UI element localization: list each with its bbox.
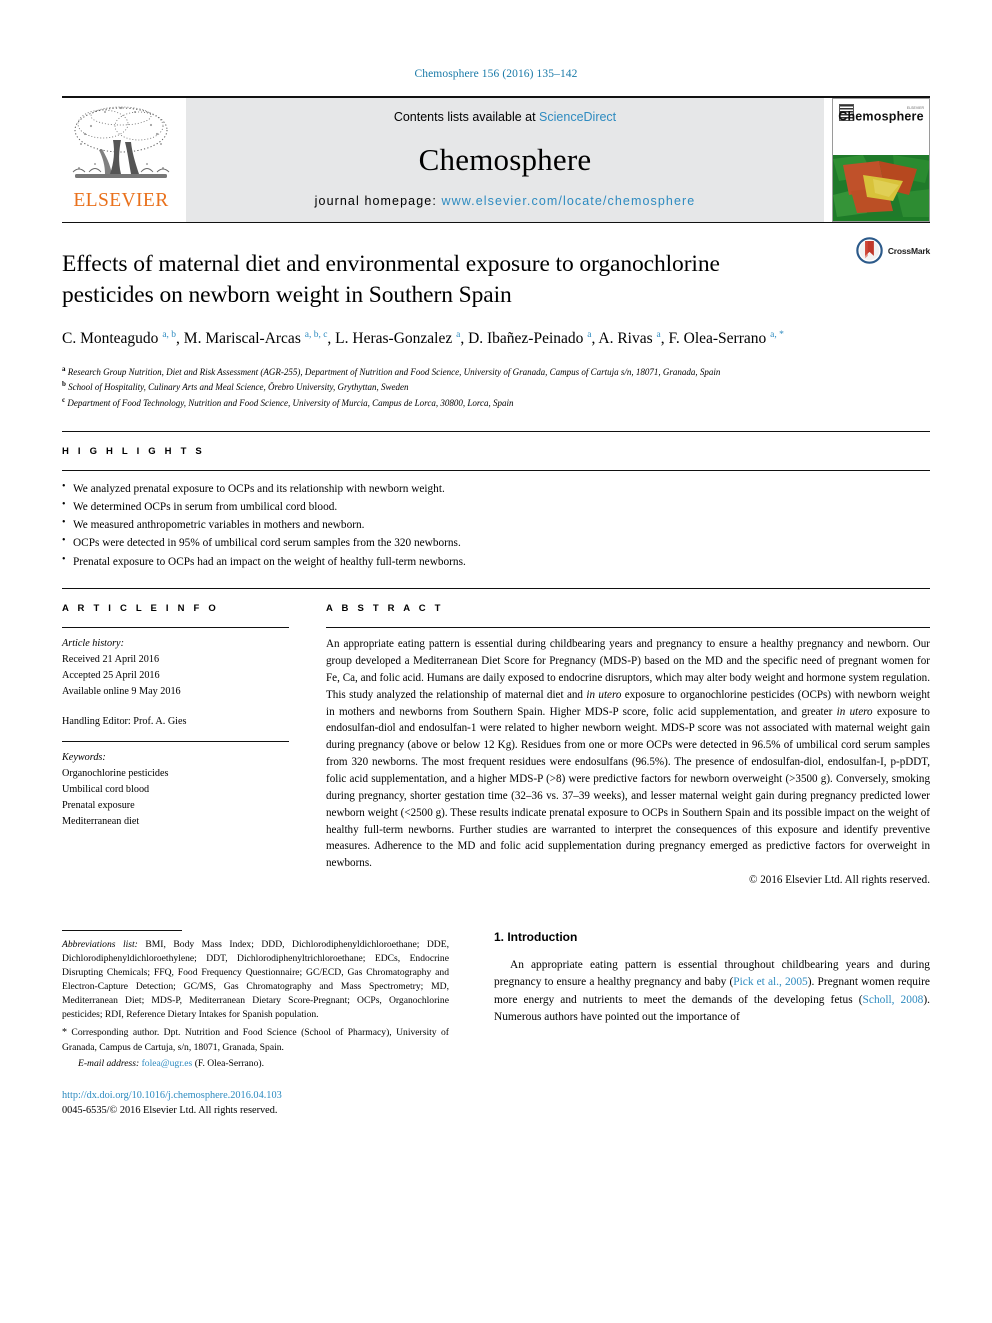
introduction-column: 1. Introduction An appropriate eating pa… xyxy=(477,930,930,1118)
affiliation-text-a: Research Group Nutrition, Diet and Risk … xyxy=(67,366,721,377)
article-info-column: A R T I C L E I N F O Article history: R… xyxy=(62,589,305,886)
email-link[interactable]: folea@ugr.es xyxy=(142,1058,193,1069)
keyword-item: Umbilical cord blood xyxy=(62,783,150,795)
affiliation-mark-b: b xyxy=(62,380,66,389)
abstract-column: A B S T R A C T An appropriate eating pa… xyxy=(305,589,930,886)
affiliation-a: a Research Group Nutrition, Diet and Ris… xyxy=(62,364,930,380)
highlights-list: We analyzed prenatal exposure to OCPs an… xyxy=(62,471,930,571)
cover-top-area: ELSEVIER Chemosphere xyxy=(833,99,929,156)
cover-artwork xyxy=(833,155,929,221)
list-item: Prenatal exposure to OCPs had an impact … xyxy=(62,552,930,571)
affiliation-text-c: Department of Food Technology, Nutrition… xyxy=(67,397,514,408)
keywords-block: Keywords: Organochlorine pesticides Umbi… xyxy=(62,750,289,831)
info-abstract-row: A R T I C L E I N F O Article history: R… xyxy=(62,588,930,886)
abbreviations-note: Abbreviations list: BMI, Body Mass Index… xyxy=(62,938,449,1022)
list-item: OCPs were detected in 95% of umbilical c… xyxy=(62,533,930,552)
cover-journal-title: Chemosphere xyxy=(838,109,924,124)
footnotes-column: Abbreviations list: BMI, Body Mass Index… xyxy=(62,930,477,1118)
journal-homepage-line: journal homepage: www.elsevier.com/locat… xyxy=(315,194,696,208)
footer-row: Abbreviations list: BMI, Body Mass Index… xyxy=(62,930,930,1118)
issn-copyright: 0045-6535/© 2016 Elsevier Ltd. All right… xyxy=(62,1104,278,1116)
list-item: We measured anthropometric variables in … xyxy=(62,515,930,534)
journal-cover-thumbnail: ELSEVIER Chemosphere xyxy=(832,98,930,222)
email-label: E-mail address: xyxy=(78,1057,140,1069)
affiliation-mark-c: c xyxy=(62,395,66,404)
page-title: Effects of maternal diet and environment… xyxy=(62,251,720,308)
affiliation-b: b School of Hospitality, Culinary Arts a… xyxy=(62,379,930,395)
doi-link[interactable]: http://dx.doi.org/10.1016/j.chemosphere.… xyxy=(62,1089,449,1104)
keyword-item: Prenatal exposure xyxy=(62,799,135,811)
author-list: C. Monteagudo a, b, M. Mariscal-Arcas a,… xyxy=(62,329,784,348)
affiliation-mark-a: a xyxy=(62,364,66,373)
abstract-rule xyxy=(326,627,930,629)
elsevier-tree-icon xyxy=(72,106,170,178)
footnote-rule xyxy=(62,930,182,932)
article-info-heading: A R T I C L E I N F O xyxy=(62,603,219,615)
abstract-copyright: © 2016 Elsevier Ltd. All rights reserved… xyxy=(749,874,930,887)
corresponding-author-note: * Corresponding author. Dpt. Nutrition a… xyxy=(62,1026,449,1055)
journal-title: Chemosphere xyxy=(418,141,592,177)
crossmark-badge[interactable]: CrossMark xyxy=(856,237,930,264)
title-block: Effects of maternal diet and environment… xyxy=(62,223,930,411)
corresponding-marker: * xyxy=(62,1027,67,1039)
list-item: We determined OCPs in serum from umbilic… xyxy=(62,497,930,516)
crossmark-icon xyxy=(856,237,883,264)
abbreviations-text: BMI, Body Mass Index; DDD, Dichlorodiphe… xyxy=(62,939,449,1021)
introduction-body: An appropriate eating pattern is essenti… xyxy=(494,957,930,1026)
cover-leaves-illustration xyxy=(833,155,929,218)
homepage-url-link[interactable]: www.elsevier.com/locate/chemosphere xyxy=(441,194,695,208)
elsevier-wordmark: ELSEVIER xyxy=(73,190,169,211)
doi-block: http://dx.doi.org/10.1016/j.chemosphere.… xyxy=(62,1089,449,1119)
highlights-heading: H I G H L I G H T S xyxy=(62,445,205,457)
keyword-item: Mediterranean diet xyxy=(62,816,140,828)
keywords-rule xyxy=(62,740,289,742)
contents-available-line: Contents lists available at ScienceDirec… xyxy=(394,110,616,124)
affiliation-list: a Research Group Nutrition, Diet and Ris… xyxy=(62,364,930,411)
received-date: Received 21 April 2016 xyxy=(62,654,160,666)
homepage-prefix: journal homepage: xyxy=(314,194,442,208)
article-history-label: Article history: xyxy=(62,638,124,650)
article-page: Chemosphere 156 (2016) 135–142 ELSEVIER … xyxy=(0,0,992,1323)
affiliation-text-b: School of Hospitality, Culinary Arts and… xyxy=(68,382,409,393)
contents-band: Contents lists available at ScienceDirec… xyxy=(186,98,824,222)
article-info-rule xyxy=(62,627,289,629)
sciencedirect-link[interactable]: ScienceDirect xyxy=(539,110,616,124)
list-item: We analyzed prenatal exposure to OCPs an… xyxy=(62,479,930,498)
affiliation-c: c Department of Food Technology, Nutriti… xyxy=(62,395,930,411)
journal-masthead: ELSEVIER Contents lists available at Sci… xyxy=(62,96,930,222)
introduction-paragraph: An appropriate eating pattern is essenti… xyxy=(494,959,930,1024)
crossmark-label: CrossMark xyxy=(887,245,930,256)
handling-editor: Handling Editor: Prof. A. Gies xyxy=(62,715,187,727)
abstract-heading: A B S T R A C T xyxy=(326,603,444,615)
elsevier-logo: ELSEVIER xyxy=(62,98,180,222)
accepted-date: Accepted 25 April 2016 xyxy=(62,670,160,682)
article-history-block: Article history: Received 21 April 2016 … xyxy=(62,636,289,730)
corresponding-text: Corresponding author. Dpt. Nutrition and… xyxy=(62,1027,449,1053)
keyword-item: Organochlorine pesticides xyxy=(62,767,169,779)
abbreviations-label: Abbreviations list: xyxy=(62,939,138,951)
email-owner: (F. Olea-Serrano). xyxy=(194,1057,264,1069)
email-note: E-mail address: folea@ugr.es (F. Olea-Se… xyxy=(62,1058,449,1069)
introduction-heading: 1. Introduction xyxy=(494,930,578,945)
running-head: Chemosphere 156 (2016) 135–142 xyxy=(414,68,578,80)
available-online-date: Available online 9 May 2016 xyxy=(62,686,181,698)
abstract-text: An appropriate eating pattern is essenti… xyxy=(326,638,930,870)
keywords-label: Keywords: xyxy=(62,751,106,763)
contents-prefix: Contents lists available at xyxy=(393,110,540,124)
